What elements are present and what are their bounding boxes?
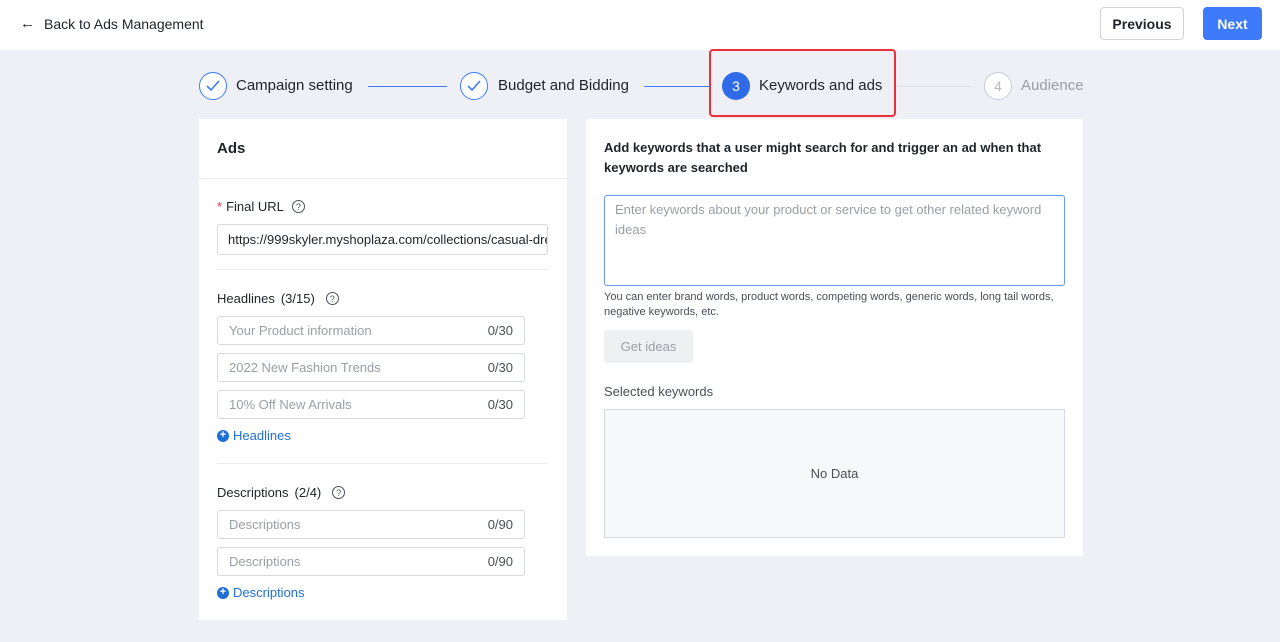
panel-title: Ads bbox=[217, 140, 246, 157]
char-counter: 0/30 bbox=[487, 323, 513, 338]
divider bbox=[199, 178, 567, 179]
headlines-label: Headlines (3/15) ? bbox=[217, 291, 339, 306]
step-connector bbox=[644, 86, 710, 87]
step-2-check-icon bbox=[460, 72, 488, 100]
help-icon[interactable]: ? bbox=[325, 292, 339, 305]
step-4-number: 4 bbox=[984, 72, 1012, 100]
step-connector bbox=[368, 86, 447, 87]
descriptions-label: Descriptions (2/4) ? bbox=[217, 485, 346, 500]
top-bar: ← Back to Ads Management Previous Next bbox=[0, 0, 1280, 50]
selected-keywords-label: Selected keywords bbox=[604, 384, 714, 399]
keywords-hint: You can enter brand words, product words… bbox=[604, 291, 1054, 318]
step-1-check-icon bbox=[199, 72, 227, 100]
headlines-count: (3/15) bbox=[280, 291, 315, 306]
headline-placeholder: Your Product information bbox=[229, 323, 372, 338]
step-connector bbox=[896, 86, 971, 87]
final-url-input[interactable]: https://999skyler.myshoplaza.com/collect… bbox=[217, 224, 548, 255]
empty-state-text: No Data bbox=[810, 466, 859, 481]
divider bbox=[217, 463, 548, 464]
headline-placeholder: 2022 New Fashion Trends bbox=[229, 360, 381, 375]
help-icon[interactable]: ? bbox=[332, 486, 346, 499]
add-description-label: Descriptions bbox=[233, 585, 305, 600]
step-2-label[interactable]: Budget and Bidding bbox=[498, 77, 629, 95]
get-ideas-button[interactable]: Get ideas bbox=[604, 330, 693, 363]
char-counter: 0/30 bbox=[487, 397, 513, 412]
selected-keywords-list: No Data bbox=[604, 409, 1065, 538]
required-marker: * bbox=[217, 199, 223, 214]
description-placeholder: Descriptions bbox=[229, 554, 301, 569]
description-input[interactable]: Descriptions 0/90 bbox=[217, 510, 525, 539]
headlines-label-text: Headlines bbox=[217, 291, 275, 306]
step-4-label[interactable]: Audience bbox=[1021, 77, 1084, 95]
back-link[interactable]: ← Back to Ads Management bbox=[20, 15, 204, 32]
plus-circle-icon: + bbox=[217, 586, 229, 599]
add-description-button[interactable]: + Descriptions bbox=[217, 585, 305, 600]
char-counter: 0/30 bbox=[487, 360, 513, 375]
previous-button[interactable]: Previous bbox=[1100, 7, 1184, 40]
next-button[interactable]: Next bbox=[1203, 7, 1262, 40]
char-counter: 0/90 bbox=[487, 517, 513, 532]
final-url-label: * Final URL ? bbox=[217, 199, 305, 214]
back-link-label: Back to Ads Management bbox=[44, 15, 204, 32]
descriptions-label-text: Descriptions bbox=[217, 485, 289, 500]
headline-input[interactable]: Your Product information 0/30 bbox=[217, 316, 525, 345]
description-input[interactable]: Descriptions 0/90 bbox=[217, 547, 525, 576]
description-placeholder: Descriptions bbox=[229, 517, 301, 532]
help-icon[interactable]: ? bbox=[291, 200, 305, 213]
step-1-label[interactable]: Campaign setting bbox=[236, 77, 353, 95]
descriptions-count: (2/4) bbox=[294, 485, 322, 500]
keywords-title: Add keywords that a user might search fo… bbox=[604, 140, 1042, 175]
headline-input[interactable]: 10% Off New Arrivals 0/30 bbox=[217, 390, 525, 419]
char-counter: 0/90 bbox=[487, 554, 513, 569]
divider bbox=[217, 269, 548, 270]
final-url-label-text: Final URL bbox=[226, 199, 284, 214]
add-headline-button[interactable]: + Headlines bbox=[217, 428, 291, 443]
headline-input[interactable]: 2022 New Fashion Trends 0/30 bbox=[217, 353, 525, 382]
arrow-left-icon: ← bbox=[20, 15, 35, 32]
add-headline-label: Headlines bbox=[233, 428, 291, 443]
keywords-panel: Add keywords that a user might search fo… bbox=[586, 119, 1083, 556]
headline-placeholder: 10% Off New Arrivals bbox=[229, 397, 352, 412]
keywords-input[interactable]: Enter keywords about your product or ser… bbox=[604, 195, 1065, 286]
plus-circle-icon: + bbox=[217, 429, 229, 442]
current-step-highlight bbox=[709, 49, 896, 117]
ads-panel: Ads * Final URL ? https://999skyler.mysh… bbox=[199, 119, 567, 620]
